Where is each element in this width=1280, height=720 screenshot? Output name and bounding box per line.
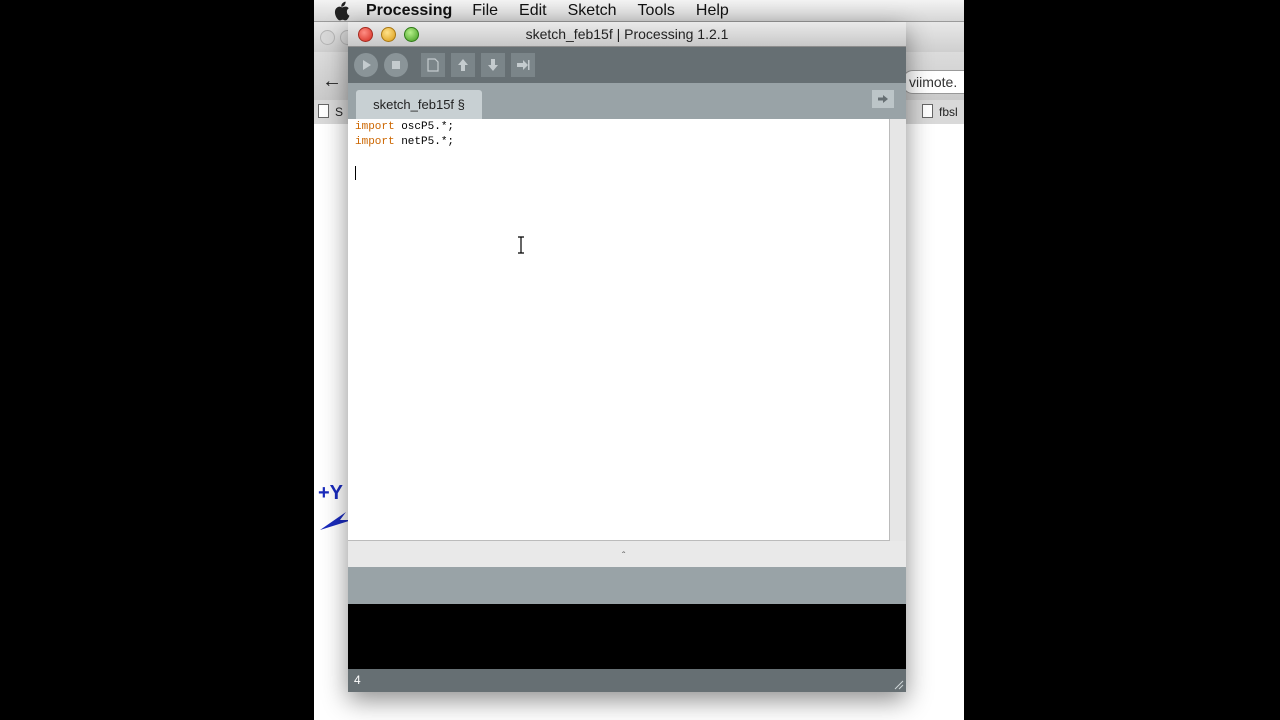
menu-sketch[interactable]: Sketch <box>568 2 617 20</box>
bookmark-left-label: S <box>335 105 344 119</box>
menu-help[interactable]: Help <box>696 2 729 20</box>
processing-toolbar <box>348 47 906 83</box>
code-keyword: import <box>355 121 395 133</box>
line-status-bar: 4 <box>348 669 906 692</box>
page-icon <box>922 104 933 118</box>
menu-processing[interactable]: Processing <box>366 2 452 20</box>
open-button[interactable] <box>451 53 475 77</box>
code-editor[interactable]: import oscP5.*; import netP5.*; <box>348 119 890 541</box>
window-titlebar[interactable]: sketch_feb15f | Processing 1.2.1 <box>348 22 906 47</box>
mac-menubar: Processing File Edit Sketch Tools Help <box>314 0 964 22</box>
menu-tools[interactable]: Tools <box>638 2 675 20</box>
new-button[interactable] <box>421 53 445 77</box>
code-text: netP5.*; <box>394 136 455 148</box>
horizontal-scrollbar[interactable]: ˆ <box>348 541 906 568</box>
vertical-scrollbar[interactable] <box>890 119 906 541</box>
code-keyword: import <box>355 136 395 148</box>
minimize-icon[interactable] <box>381 27 396 42</box>
export-button[interactable] <box>511 53 535 77</box>
menu-edit[interactable]: Edit <box>519 2 547 20</box>
bookmark-right-label: fbsl <box>939 105 958 119</box>
bookmark-right[interactable]: fbsl <box>922 104 958 119</box>
code-line: import oscP5.*; <box>355 120 454 135</box>
resize-grip-icon[interactable] <box>894 680 904 690</box>
desktop: Processing File Edit Sketch Tools Help ←… <box>314 0 964 720</box>
play-icon <box>363 60 371 70</box>
processing-window: sketch_feb15f | Processing 1.2.1 sketch_… <box>348 22 906 692</box>
bookmark-left[interactable]: S <box>318 104 343 119</box>
new-file-icon <box>427 58 439 72</box>
code-line: import netP5.*; <box>355 135 454 150</box>
up-arrow-icon <box>458 59 468 71</box>
message-area <box>348 567 906 604</box>
ibeam-cursor-icon <box>518 236 524 254</box>
browser-address-bar[interactable]: viimote. <box>902 70 964 94</box>
menu-file[interactable]: File <box>472 2 498 20</box>
stop-icon <box>392 61 400 69</box>
window-title: sketch_feb15f | Processing 1.2.1 <box>525 26 729 42</box>
back-arrow-icon[interactable]: ← <box>322 70 342 93</box>
console-area <box>348 604 906 669</box>
tab-menu-button[interactable] <box>872 90 894 108</box>
export-arrow-icon <box>517 60 530 70</box>
tab-bar: sketch_feb15f § <box>348 83 906 119</box>
stop-button[interactable] <box>384 53 408 77</box>
zoom-icon[interactable] <box>404 27 419 42</box>
line-number: 4 <box>354 673 361 687</box>
plus-y-label: +Y <box>318 482 344 504</box>
text-caret <box>355 166 356 180</box>
code-text: oscP5.*; <box>394 121 455 133</box>
inactive-close-icon[interactable] <box>320 30 335 45</box>
save-button[interactable] <box>481 53 505 77</box>
tab-sketch[interactable]: sketch_feb15f § <box>356 90 482 119</box>
chevron-up-icon[interactable]: ˆ <box>622 551 625 562</box>
close-icon[interactable] <box>358 27 373 42</box>
run-button[interactable] <box>354 53 378 77</box>
page-icon <box>318 104 329 118</box>
down-arrow-icon <box>488 59 498 71</box>
apple-icon[interactable] <box>330 0 352 21</box>
right-arrow-icon <box>878 95 888 103</box>
